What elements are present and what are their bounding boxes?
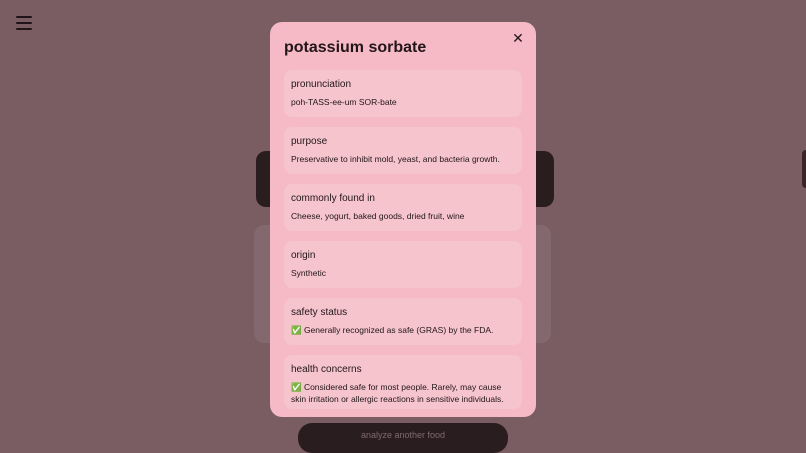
section-value: Preservative to inhibit mold, yeast, and… — [291, 154, 500, 164]
menu-line — [16, 16, 32, 18]
menu-line — [16, 28, 32, 30]
close-icon[interactable]: ✕ — [510, 30, 526, 46]
section-value: ✅ Considered safe for most people. Rarel… — [291, 382, 504, 404]
section-safety-status: safety status ✅ Generally recognized as … — [284, 298, 522, 345]
section-label: origin — [291, 250, 316, 261]
section-health-concerns: health concerns ✅ Considered safe for mo… — [284, 355, 522, 409]
section-pronunciation: pronunciation poh-TASS-ee-um SOR-bate — [284, 70, 522, 117]
hamburger-menu-icon[interactable] — [16, 16, 32, 30]
background-side-tab — [802, 150, 806, 188]
section-origin: origin Synthetic — [284, 241, 522, 288]
analyze-another-food-button[interactable]: analyze another food — [298, 423, 508, 453]
section-label: commonly found in — [291, 193, 375, 204]
menu-line — [16, 22, 32, 24]
section-label: health concerns — [291, 364, 362, 375]
detail-sections: pronunciation poh-TASS-ee-um SOR-bate pu… — [284, 70, 522, 409]
section-label: safety status — [291, 307, 348, 318]
modal-title: potassium sorbate — [284, 39, 427, 56]
section-purpose: purpose Preservative to inhibit mold, ye… — [284, 127, 522, 174]
ingredient-detail-modal: ✕ potassium sorbate pronunciation poh-TA… — [270, 22, 536, 417]
section-value: Synthetic — [291, 268, 326, 278]
section-label: purpose — [291, 136, 328, 147]
section-commonly-found-in: commonly found in Cheese, yogurt, baked … — [284, 184, 522, 231]
section-value: poh-TASS-ee-um SOR-bate — [291, 97, 397, 107]
section-value: ✅ Generally recognized as safe (GRAS) by… — [291, 325, 494, 335]
section-label: pronunciation — [291, 79, 352, 90]
section-value: Cheese, yogurt, baked goods, dried fruit… — [291, 211, 465, 221]
